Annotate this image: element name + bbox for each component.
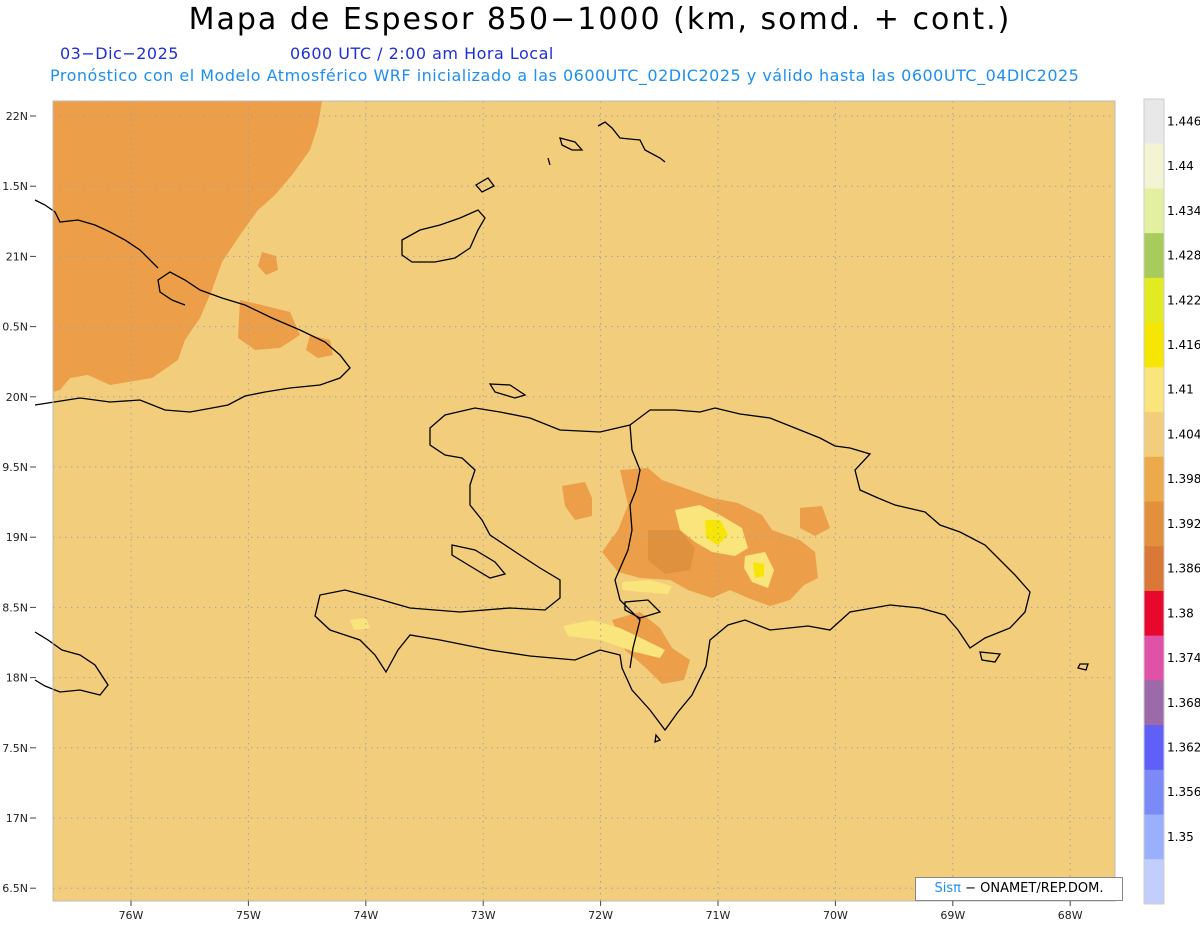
colorbar-swatch (1144, 680, 1164, 726)
colorbar-swatch (1144, 322, 1164, 368)
lat-tick-label: 9.5N (2, 461, 28, 474)
colorbar-swatch (1144, 501, 1164, 547)
lat-tick-label: 20N (6, 391, 28, 404)
colorbar-label: 1.374 (1167, 651, 1200, 665)
colorbar-label: 1.44 (1167, 159, 1194, 173)
colorbar-swatch (1144, 859, 1164, 905)
colorbar-swatch (1144, 99, 1164, 145)
colorbar-swatch (1144, 277, 1164, 324)
thickness-map: 22N 1.5N 21N 0.5N 20N 9.5N 19N 8.5N 18N 7.5N 17N 6.… (2, 98, 1200, 922)
colorbar-label: 1.404 (1167, 427, 1200, 441)
lat-tick-label: 18N (6, 672, 28, 685)
colorbar-label: 1.428 (1167, 249, 1200, 263)
lon-tick-label: 74W (353, 909, 378, 922)
colorbar-swatch (1144, 725, 1164, 771)
colorbar-swatch (1144, 456, 1164, 502)
lat-tick-label: 8.5N (2, 601, 28, 614)
colorbar-swatch (1144, 188, 1164, 234)
colorbar-label: 1.446 (1167, 114, 1200, 128)
colorbar-label: 1.368 (1167, 696, 1200, 710)
lat-tick-label: 6.5N (2, 882, 28, 895)
lat-tick-label: 22N (6, 110, 28, 123)
colorbar-swatch (1144, 635, 1164, 681)
lat-tick-label: 0.5N (2, 321, 28, 334)
colorbar-swatch (1144, 590, 1164, 637)
colorbar-label: 1.35 (1167, 830, 1194, 844)
lat-tick-label: 7.5N (2, 742, 28, 755)
colorbar-label: 1.38 (1167, 606, 1194, 620)
colorbar-swatch (1144, 546, 1164, 592)
lat-tick-label: 21N (6, 250, 28, 263)
lon-tick-label: 73W (471, 909, 496, 922)
colorbar-label: 1.398 (1167, 472, 1200, 486)
lon-tick-label: 69W (940, 909, 965, 922)
lon-tick-label: 68W (1058, 909, 1083, 922)
colorbar-swatch (1144, 143, 1164, 189)
colorbar-label: 1.422 (1167, 293, 1200, 307)
lat-tick-label: 17N (6, 812, 28, 825)
colorbar-swatch (1144, 412, 1164, 458)
colorbar-label: 1.41 (1167, 383, 1194, 397)
colorbar-label: 1.386 (1167, 562, 1200, 576)
credit-text: − ONAMET/REP.DOM. (965, 881, 1104, 896)
colorbar: 1.446 1.44 1.434 1.428 1.422 1.416 1.41 1.404 1.… (1143, 98, 1200, 905)
lon-tick-label: 72W (588, 909, 613, 922)
lat-tick-label: 1.5N (2, 180, 28, 193)
colorbar-label: 1.416 (1167, 338, 1200, 352)
credit-box: Sisπ − ONAMET/REP.DOM. (915, 877, 1123, 901)
lon-tick-label: 75W (236, 909, 261, 922)
colorbar-label: 1.362 (1167, 740, 1200, 754)
lon-tick-label: 76W (119, 909, 144, 922)
colorbar-label: 1.356 (1167, 785, 1200, 799)
colorbar-label: 1.434 (1167, 204, 1200, 218)
colorbar-swatch (1144, 233, 1164, 279)
lon-tick-label: 71W (706, 909, 731, 922)
lat-tick-label: 19N (6, 531, 28, 544)
credit-brand: Sisπ (934, 881, 961, 896)
colorbar-label: 1.392 (1167, 517, 1200, 531)
colorbar-swatch (1144, 814, 1164, 860)
colorbar-swatch (1144, 769, 1164, 816)
colorbar-swatch (1144, 367, 1164, 413)
lon-tick-label: 70W (823, 909, 848, 922)
